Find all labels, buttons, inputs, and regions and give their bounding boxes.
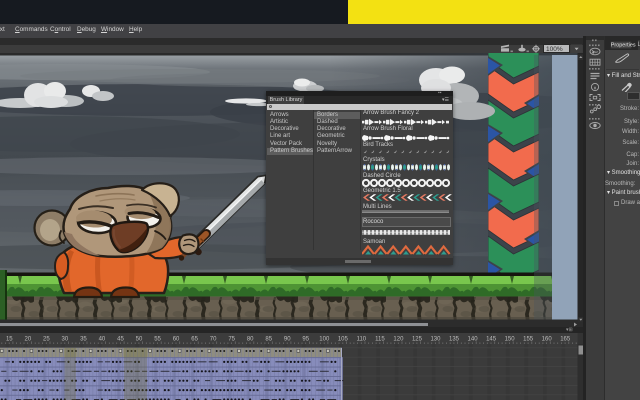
svg-text:160: 160 — [542, 337, 553, 343]
svg-text:55: 55 — [154, 337, 161, 343]
svg-text:100%: 100% — [546, 46, 563, 53]
svg-text:140: 140 — [468, 337, 479, 343]
svg-text:15: 15 — [6, 337, 13, 343]
svg-text:20: 20 — [24, 337, 31, 343]
svg-text:25: 25 — [43, 337, 50, 343]
svg-text:45: 45 — [117, 337, 124, 343]
svg-text:155: 155 — [523, 337, 534, 343]
svg-text:105: 105 — [338, 337, 349, 343]
svg-text:95: 95 — [302, 337, 309, 343]
svg-text:75: 75 — [228, 337, 235, 343]
svg-text:125: 125 — [412, 337, 423, 343]
svg-text:130: 130 — [430, 337, 441, 343]
svg-text:65: 65 — [191, 337, 198, 343]
svg-text:135: 135 — [449, 337, 460, 343]
svg-text:60: 60 — [173, 337, 180, 343]
svg-text:165: 165 — [560, 337, 571, 343]
svg-text:85: 85 — [265, 337, 272, 343]
svg-text:30: 30 — [62, 337, 69, 343]
svg-text:120: 120 — [393, 337, 404, 343]
svg-text:70: 70 — [210, 337, 217, 343]
svg-text:50: 50 — [136, 337, 143, 343]
svg-text:40: 40 — [99, 337, 106, 343]
svg-text:145: 145 — [486, 337, 497, 343]
svg-text:35: 35 — [80, 337, 87, 343]
svg-text:100: 100 — [319, 337, 330, 343]
svg-text:90: 90 — [284, 337, 291, 343]
svg-text:150: 150 — [505, 337, 516, 343]
svg-text:80: 80 — [247, 337, 254, 343]
